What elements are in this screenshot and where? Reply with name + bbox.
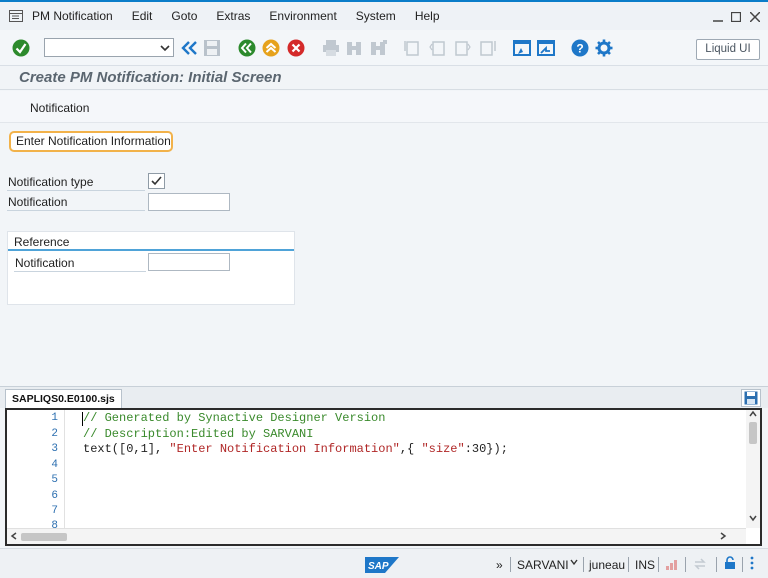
menu-bar: PM Notification Edit Goto Extras Environ… bbox=[0, 2, 768, 30]
status-more-icon[interactable] bbox=[748, 555, 756, 574]
notification-label: Notification bbox=[8, 195, 68, 209]
find-next-icon[interactable] bbox=[369, 39, 387, 57]
line-number: 1 bbox=[51, 412, 58, 424]
horizontal-scrollbar[interactable] bbox=[7, 528, 746, 544]
enter-notification-info-label: Enter Notification Information bbox=[9, 131, 173, 152]
page-title: Create PM Notification: Initial Screen bbox=[19, 69, 282, 86]
notification-type-label: Notification type bbox=[8, 175, 94, 189]
line-number: 6 bbox=[51, 490, 58, 502]
new-session-icon[interactable] bbox=[513, 39, 531, 57]
checkmark-icon bbox=[151, 176, 162, 186]
code-line-3: text([0,1], "Enter Notification Informat… bbox=[83, 442, 508, 456]
menu-pm-notification[interactable]: PM Notification bbox=[32, 9, 113, 23]
back-double-icon[interactable] bbox=[180, 39, 198, 57]
back-icon[interactable] bbox=[238, 39, 256, 57]
find-icon[interactable] bbox=[345, 39, 363, 57]
vertical-scrollbar[interactable] bbox=[746, 410, 760, 528]
menu-environment[interactable]: Environment bbox=[269, 9, 336, 23]
prev-page-icon[interactable] bbox=[429, 39, 447, 57]
status-separator bbox=[658, 557, 659, 572]
vertical-scroll-thumb[interactable] bbox=[749, 422, 757, 444]
connection-icon bbox=[693, 557, 707, 574]
label-underline bbox=[7, 190, 145, 191]
status-user: SARVANI bbox=[517, 558, 569, 572]
scroll-left-icon[interactable] bbox=[10, 532, 18, 542]
notification-input[interactable] bbox=[148, 193, 230, 211]
code-token: :30}); bbox=[464, 442, 508, 456]
status-separator bbox=[628, 557, 629, 572]
status-separator bbox=[685, 557, 686, 572]
line-number: 7 bbox=[51, 505, 58, 517]
reference-title: Reference bbox=[14, 235, 70, 249]
line-number: 3 bbox=[51, 443, 58, 455]
performance-icon bbox=[665, 557, 679, 574]
liquid-ui-button[interactable]: Liquid UI bbox=[696, 39, 760, 60]
status-separator bbox=[510, 557, 511, 572]
user-chevron-down-icon[interactable] bbox=[570, 555, 578, 569]
code-token: ,{ bbox=[399, 442, 422, 456]
editor-tabstrip: SAPLIQS0.E0100.sjs bbox=[0, 386, 768, 409]
maximize-icon[interactable] bbox=[730, 11, 742, 23]
exit-icon[interactable] bbox=[262, 39, 280, 57]
status-expand-chevrons[interactable]: » bbox=[496, 558, 503, 572]
menu-goto[interactable]: Goto bbox=[171, 9, 197, 23]
print-icon[interactable] bbox=[322, 39, 340, 57]
reference-groupbox: Reference Notification bbox=[7, 231, 295, 305]
command-field[interactable] bbox=[44, 38, 174, 57]
script-editor[interactable]: 1 2 3 4 5 6 7 8 // Generated by Synactiv… bbox=[5, 408, 762, 546]
close-icon[interactable] bbox=[749, 11, 761, 23]
reference-notification-label: Notification bbox=[15, 256, 75, 270]
code-string: "size" bbox=[421, 442, 465, 456]
horizontal-scroll-thumb[interactable] bbox=[21, 533, 67, 541]
status-separator bbox=[583, 557, 584, 572]
last-page-icon[interactable] bbox=[478, 39, 496, 57]
shortcut-icon[interactable] bbox=[537, 39, 555, 57]
save-icon[interactable] bbox=[203, 39, 221, 57]
line-number-gutter: 1 2 3 4 5 6 7 8 bbox=[7, 410, 65, 528]
next-page-icon[interactable] bbox=[453, 39, 471, 57]
status-separator bbox=[742, 557, 743, 572]
scroll-down-icon[interactable] bbox=[749, 514, 757, 524]
code-string: "Enter Notification Information" bbox=[169, 442, 400, 456]
groupbox-divider bbox=[8, 249, 294, 251]
lock-icon[interactable] bbox=[724, 556, 736, 573]
status-insert-mode[interactable]: INS bbox=[635, 558, 655, 572]
svg-text:SAP: SAP bbox=[368, 561, 389, 572]
sap-logo-icon: SAP bbox=[365, 557, 399, 573]
help-icon[interactable]: ? bbox=[571, 39, 589, 57]
menu-help[interactable]: Help bbox=[415, 9, 440, 23]
save-script-icon[interactable] bbox=[741, 389, 761, 407]
title-bar: Create PM Notification: Initial Screen bbox=[0, 66, 768, 90]
application-toolbar: Notification bbox=[0, 91, 768, 123]
label-underline bbox=[14, 271, 146, 272]
customize-icon[interactable] bbox=[595, 39, 613, 57]
svg-text:?: ? bbox=[576, 42, 583, 56]
line-number: 5 bbox=[51, 474, 58, 486]
status-server: juneau bbox=[589, 558, 626, 572]
status-bar: SAP » SARVANI juneau INS bbox=[0, 548, 768, 578]
line-number: 8 bbox=[51, 520, 58, 528]
notification-type-checkbox[interactable] bbox=[148, 173, 165, 189]
tab-script-file[interactable]: SAPLIQS0.E0100.sjs bbox=[5, 389, 122, 409]
minimize-icon[interactable] bbox=[712, 11, 724, 23]
status-separator bbox=[716, 557, 717, 572]
menu-icon[interactable] bbox=[9, 10, 23, 22]
chevron-down-icon[interactable] bbox=[160, 42, 170, 56]
notification-button[interactable]: Notification bbox=[30, 101, 89, 115]
line-number: 2 bbox=[51, 428, 58, 440]
label-underline bbox=[7, 210, 145, 211]
line-number: 4 bbox=[51, 459, 58, 471]
first-page-icon[interactable] bbox=[404, 39, 422, 57]
cancel-icon[interactable] bbox=[287, 39, 305, 57]
reference-notification-input[interactable] bbox=[148, 253, 230, 271]
code-line-1: // Generated by Synactive Designer Versi… bbox=[83, 411, 386, 425]
menu-edit[interactable]: Edit bbox=[132, 9, 153, 23]
code-token: text([0,1], bbox=[83, 442, 170, 456]
code-line-2: // Description:Edited by SARVANI bbox=[83, 427, 314, 441]
menu-extras[interactable]: Extras bbox=[216, 9, 250, 23]
enter-icon[interactable] bbox=[12, 39, 30, 57]
scroll-right-icon[interactable] bbox=[719, 532, 727, 542]
scroll-up-icon[interactable] bbox=[749, 410, 757, 420]
menu-system[interactable]: System bbox=[356, 9, 396, 23]
